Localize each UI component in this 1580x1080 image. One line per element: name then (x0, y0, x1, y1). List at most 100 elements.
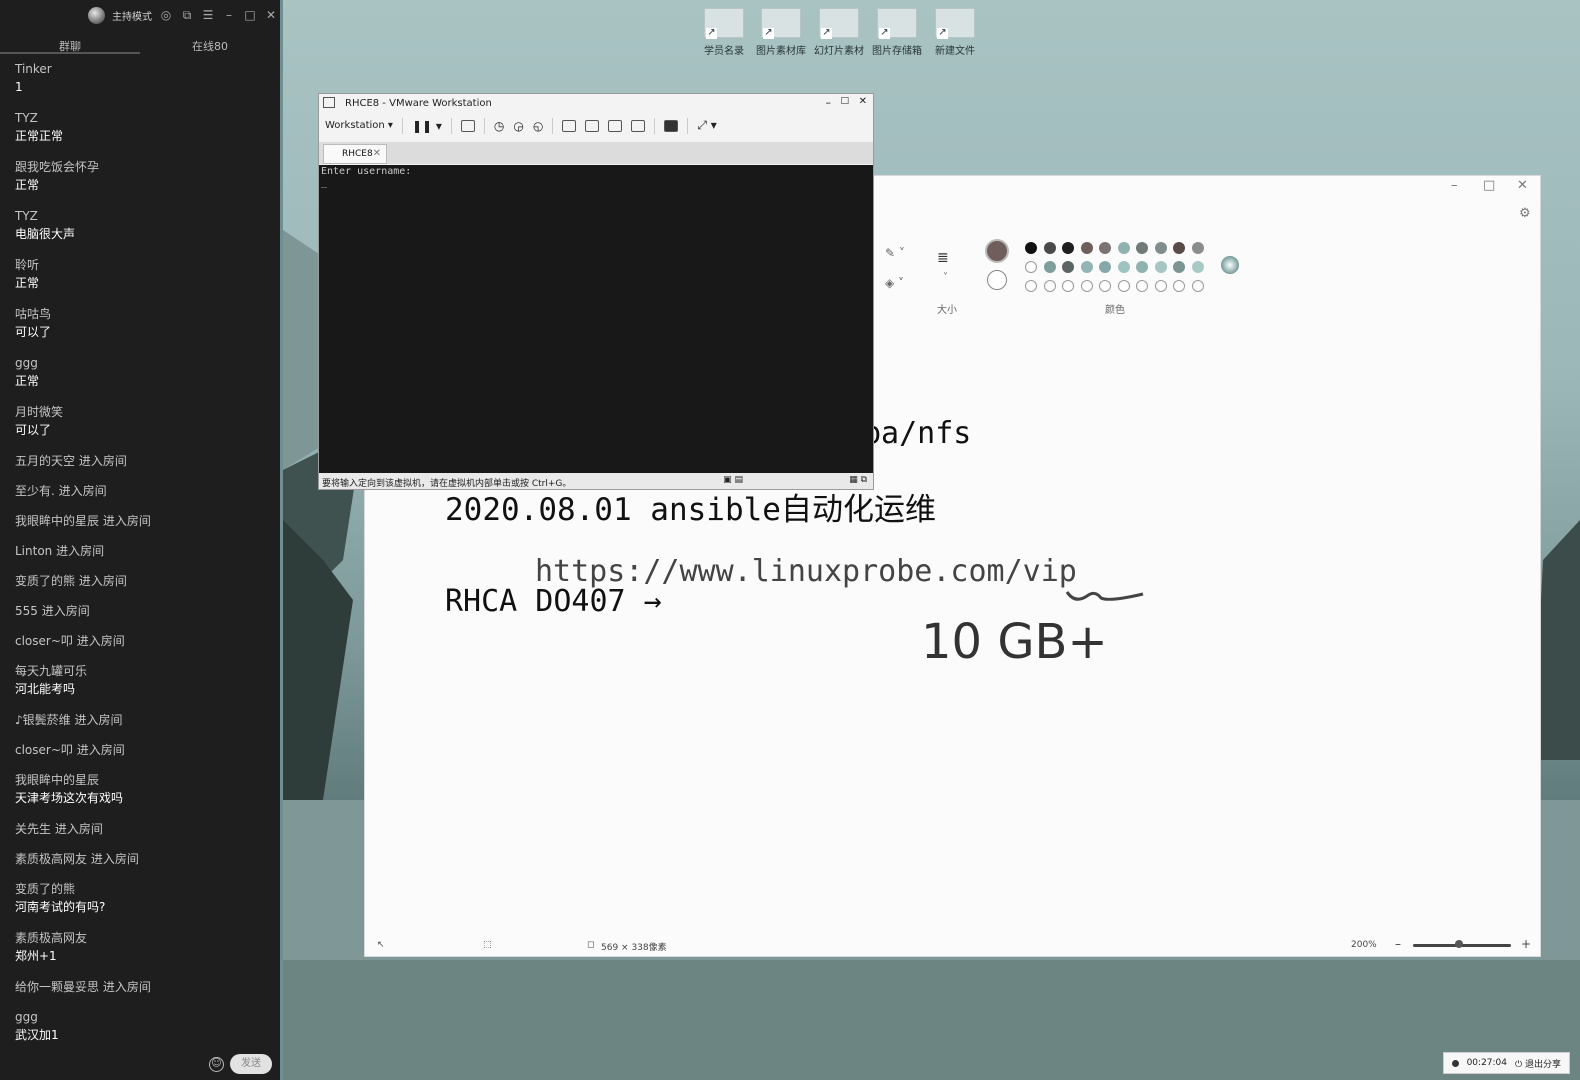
message-text: 天津考场这次有戏吗 (15, 791, 124, 805)
palette-color-swatch[interactable] (1043, 280, 1056, 292)
palette-color-swatch[interactable] (1025, 280, 1037, 292)
paint-status-bar: ↖ ⬚ ◻ 569 × 338像素 200% – + (365, 934, 1540, 956)
desktop-shortcut[interactable]: 学员名录 (693, 8, 755, 57)
palette-color-swatch[interactable] (1025, 242, 1037, 254)
thumbnail-bar-icon[interactable] (585, 119, 600, 132)
popout-icon[interactable]: ⧉ (180, 8, 194, 23)
desktop-shortcut[interactable]: 幻灯片素材 (808, 8, 870, 57)
palette-color-swatch[interactable] (1173, 280, 1185, 292)
palette-color-swatch[interactable] (1099, 242, 1111, 254)
brush-icon[interactable]: ✎ ˅ (885, 246, 905, 260)
revert-snapshot-icon[interactable]: ◶ (513, 119, 523, 133)
palette-color-swatch[interactable] (1117, 261, 1130, 273)
send-keys-icon[interactable] (460, 119, 475, 132)
palette-color-swatch[interactable] (1136, 242, 1148, 254)
zoom-slider-thumb[interactable] (1455, 940, 1463, 948)
close-icon[interactable]: ✕ (1517, 178, 1528, 193)
snapshot-manager-icon[interactable]: ◵ (533, 119, 543, 133)
settings-icon[interactable]: ⚙ (1519, 206, 1531, 221)
close-tab-icon[interactable]: ✕ (373, 148, 381, 159)
vm-console[interactable]: Enter username: _ (319, 165, 873, 473)
palette-color-swatch[interactable] (1043, 242, 1056, 254)
secondary-color-swatch[interactable] (987, 270, 1007, 290)
palette-color-swatch[interactable] (1043, 261, 1056, 273)
minimize-icon[interactable]: – (1451, 178, 1458, 193)
palette-color-swatch[interactable] (1062, 242, 1074, 254)
palette-color-swatch[interactable] (1117, 242, 1130, 254)
palette-color-swatch[interactable] (1080, 280, 1093, 292)
library-view-icon[interactable] (562, 119, 577, 132)
exit-share-button[interactable]: ⏻ 退出分享 (1515, 1057, 1561, 1070)
maximize-icon[interactable]: □ (243, 8, 257, 22)
message-user: 咕咕鸟 (15, 307, 52, 321)
message-text: 电脑很大声 (15, 227, 76, 241)
message-text: 可以了 (15, 423, 52, 437)
palette-color-swatch[interactable] (1191, 242, 1204, 254)
palette-color-swatch[interactable] (1154, 280, 1167, 292)
menu-icon[interactable]: ☰ (201, 8, 215, 22)
maximize-icon[interactable]: □ (840, 96, 849, 106)
close-icon[interactable]: ✕ (859, 96, 867, 107)
info-icon[interactable]: ◎ (159, 8, 173, 22)
palette-color-swatch[interactable] (1154, 242, 1167, 254)
shapes-icon[interactable]: ◈ ˅ (885, 276, 904, 290)
palette-color-swatch[interactable] (1154, 261, 1167, 273)
chevron-down-icon[interactable]: ˅ (943, 272, 948, 283)
palette-color-swatch[interactable] (1025, 261, 1037, 273)
palette-color-swatch[interactable] (1191, 280, 1204, 292)
message-text: 河南考试的有吗? (15, 900, 106, 914)
palette-color-swatch[interactable] (1136, 261, 1148, 273)
tab-group-chat[interactable]: 群聊 (0, 30, 140, 54)
primary-color-swatch[interactable] (985, 239, 1009, 263)
palette-color-swatch[interactable] (1080, 261, 1093, 273)
join-notice: 给你一颗曼妥思 进入房间 (15, 980, 151, 994)
stretch-icon[interactable]: ⤢ ▾ (697, 118, 716, 133)
message-user: 月时微笑 (15, 405, 64, 419)
message-user: 聆听 (15, 258, 40, 272)
palette-color-swatch[interactable] (1099, 280, 1111, 292)
message-user: ggg (15, 356, 38, 370)
device-icons[interactable]: ▣ ▤ (723, 475, 743, 485)
palette-color-swatch[interactable] (1117, 280, 1130, 292)
shortcut-icon (935, 8, 975, 39)
workstation-menu[interactable]: Workstation ▾ (325, 120, 393, 131)
maximize-icon[interactable]: □ (1483, 178, 1495, 193)
zoom-out-button[interactable]: – (1395, 937, 1401, 951)
desktop-shortcut[interactable]: 图片存储箱 (866, 8, 928, 57)
pause-icon[interactable]: ❚❚ ▾ (412, 119, 442, 133)
color-picker-icon[interactable] (1221, 256, 1239, 274)
palette-color-swatch[interactable] (1173, 261, 1185, 273)
console-view-icon[interactable] (664, 119, 679, 132)
send-button[interactable]: 发送 (230, 1054, 272, 1074)
chat-message: 咕咕鸟 可以了 (15, 305, 272, 341)
palette-color-swatch[interactable] (1099, 261, 1111, 273)
size-label: 大小 (937, 305, 957, 316)
canvas-text-line: ba/nfs (863, 416, 972, 451)
message-user: 每天九罐可乐 (15, 664, 88, 678)
palette-color-swatch[interactable] (1080, 242, 1093, 254)
host-avatar[interactable] (88, 6, 105, 24)
minimize-icon[interactable]: – (222, 8, 236, 22)
palette-color-swatch[interactable] (1062, 261, 1074, 273)
unity-icon[interactable] (631, 119, 646, 132)
palette-color-swatch[interactable] (1062, 280, 1074, 292)
desktop-shortcut[interactable]: 图片素材库 (750, 8, 812, 57)
status-tray-icons[interactable]: ▦ ⧉ (849, 475, 867, 485)
tab-rhce8[interactable]: RHCE8 ✕ (323, 144, 387, 164)
desktop-shortcut[interactable]: 新建文件 (924, 8, 986, 57)
emoji-icon[interactable]: ☺ (209, 1056, 224, 1072)
palette-color-swatch[interactable] (1136, 280, 1148, 292)
host-mode-label: 主持模式 (112, 11, 152, 23)
size-icon[interactable]: ≣ (937, 250, 949, 266)
snapshot-icon[interactable]: ◷ (494, 119, 504, 133)
tab-online-users[interactable]: 在线80 (140, 30, 280, 54)
palette-color-swatch[interactable] (1173, 242, 1185, 254)
chat-message: ggg 正常 (15, 354, 272, 390)
palette-color-swatch[interactable] (1191, 261, 1204, 273)
zoom-in-button[interactable]: + (1521, 937, 1531, 951)
chat-header: 主持模式 ◎ ⧉ ☰ – □ ✕ (0, 0, 280, 30)
chat-message: 变质了的熊 河南考试的有吗? (15, 880, 272, 916)
full-screen-icon[interactable] (608, 119, 623, 132)
minimize-icon[interactable]: – (826, 96, 832, 109)
close-icon[interactable]: ✕ (264, 8, 278, 22)
